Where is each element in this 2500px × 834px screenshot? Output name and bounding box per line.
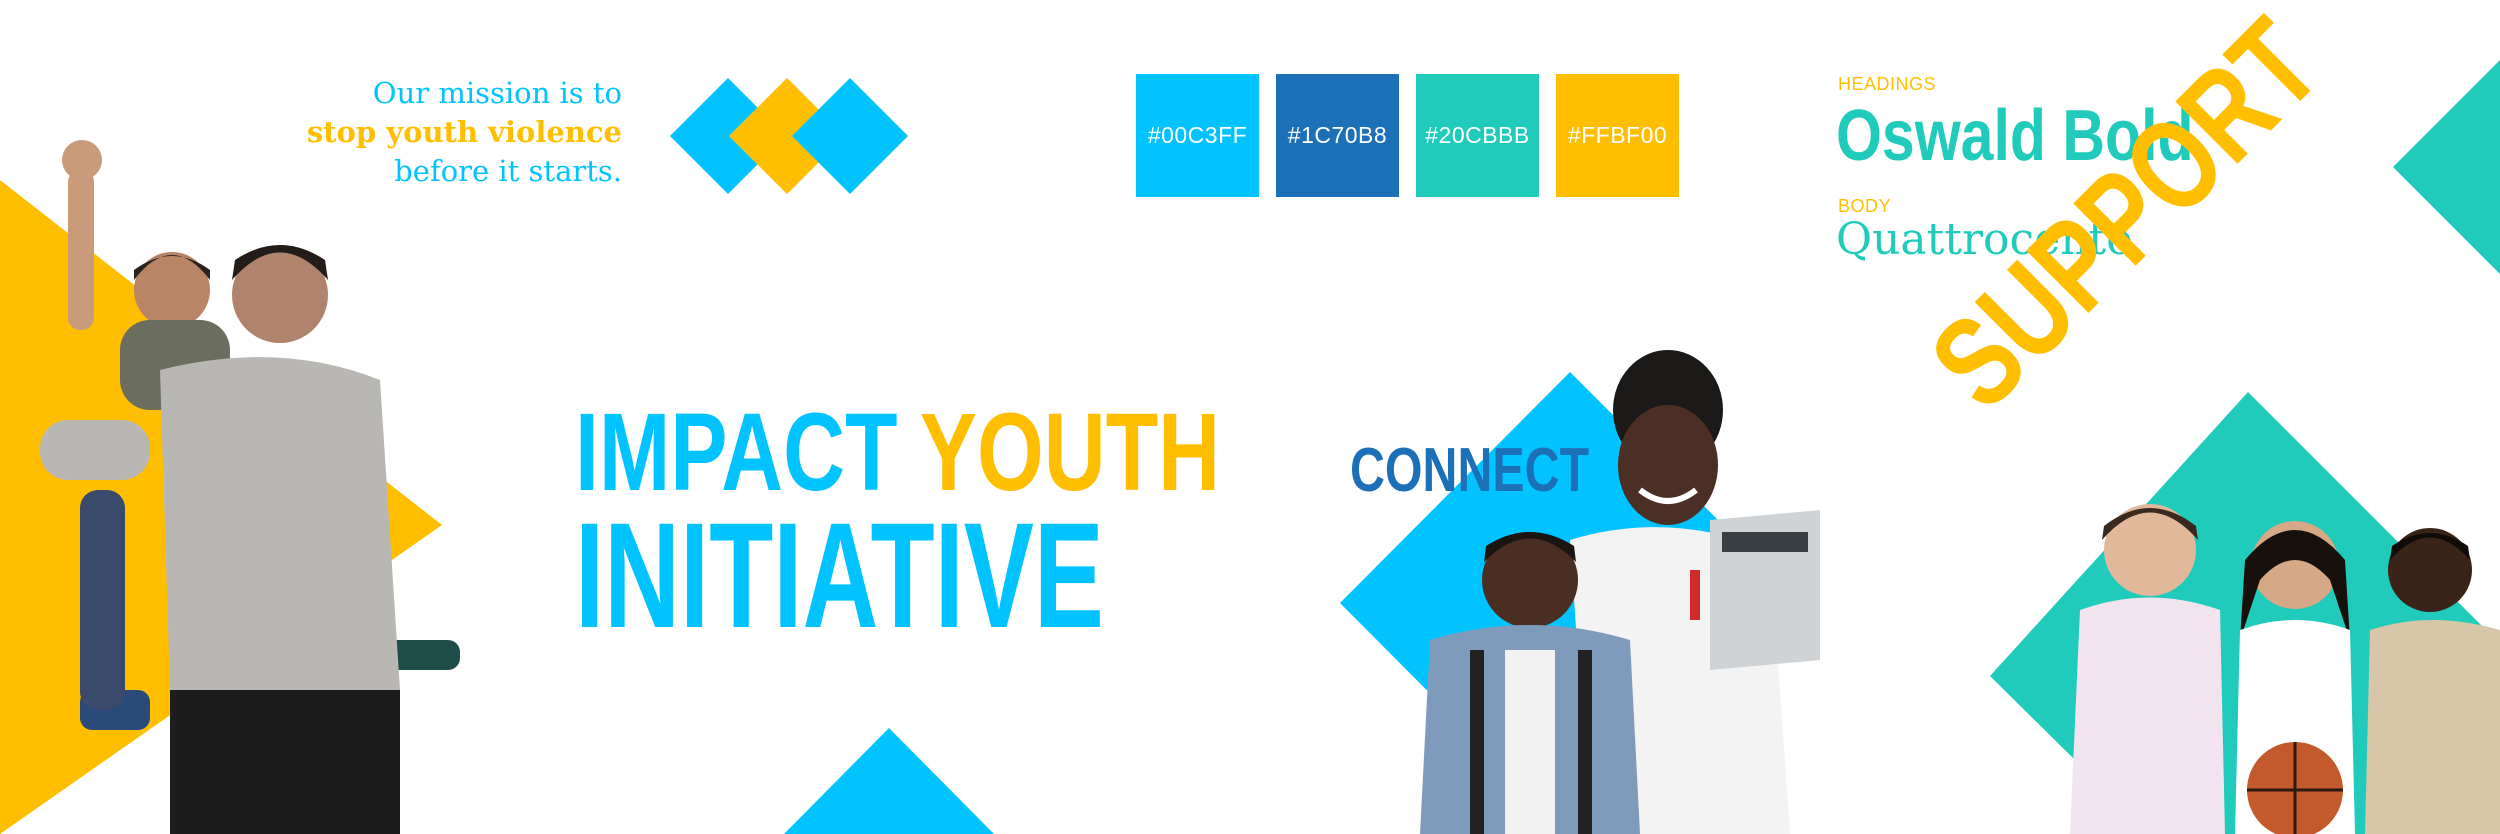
swatch-teal: #20CBBB <box>1416 74 1539 197</box>
photo-teens-group <box>2070 504 2500 834</box>
swatch-yellow: #FFBF00 <box>1556 74 1679 197</box>
headline-line-2: INITIATIVE <box>575 500 1104 650</box>
photo-mentor-and-student <box>1420 350 1820 834</box>
headline-word-initiative: INITIATIVE <box>575 491 1104 659</box>
swatch-label: #00C3FF <box>1147 122 1248 148</box>
swatch-blue: #00C3FF <box>1136 74 1259 197</box>
bottom-blue-triangle <box>784 728 994 834</box>
photo-man-with-boy <box>40 140 460 834</box>
mission-line-1: Our mission is to <box>372 76 622 110</box>
headings-label: HEADINGS <box>1838 74 1937 94</box>
right-teal-triangle <box>2393 60 2500 274</box>
swatch-label: #20CBBB <box>1425 122 1530 148</box>
swatch-label: #1C70B8 <box>1287 122 1388 148</box>
swatch-label: #FFBF00 <box>1567 122 1668 148</box>
mission-diamond-3 <box>792 78 908 194</box>
swatch-dark-blue: #1C70B8 <box>1276 74 1399 197</box>
